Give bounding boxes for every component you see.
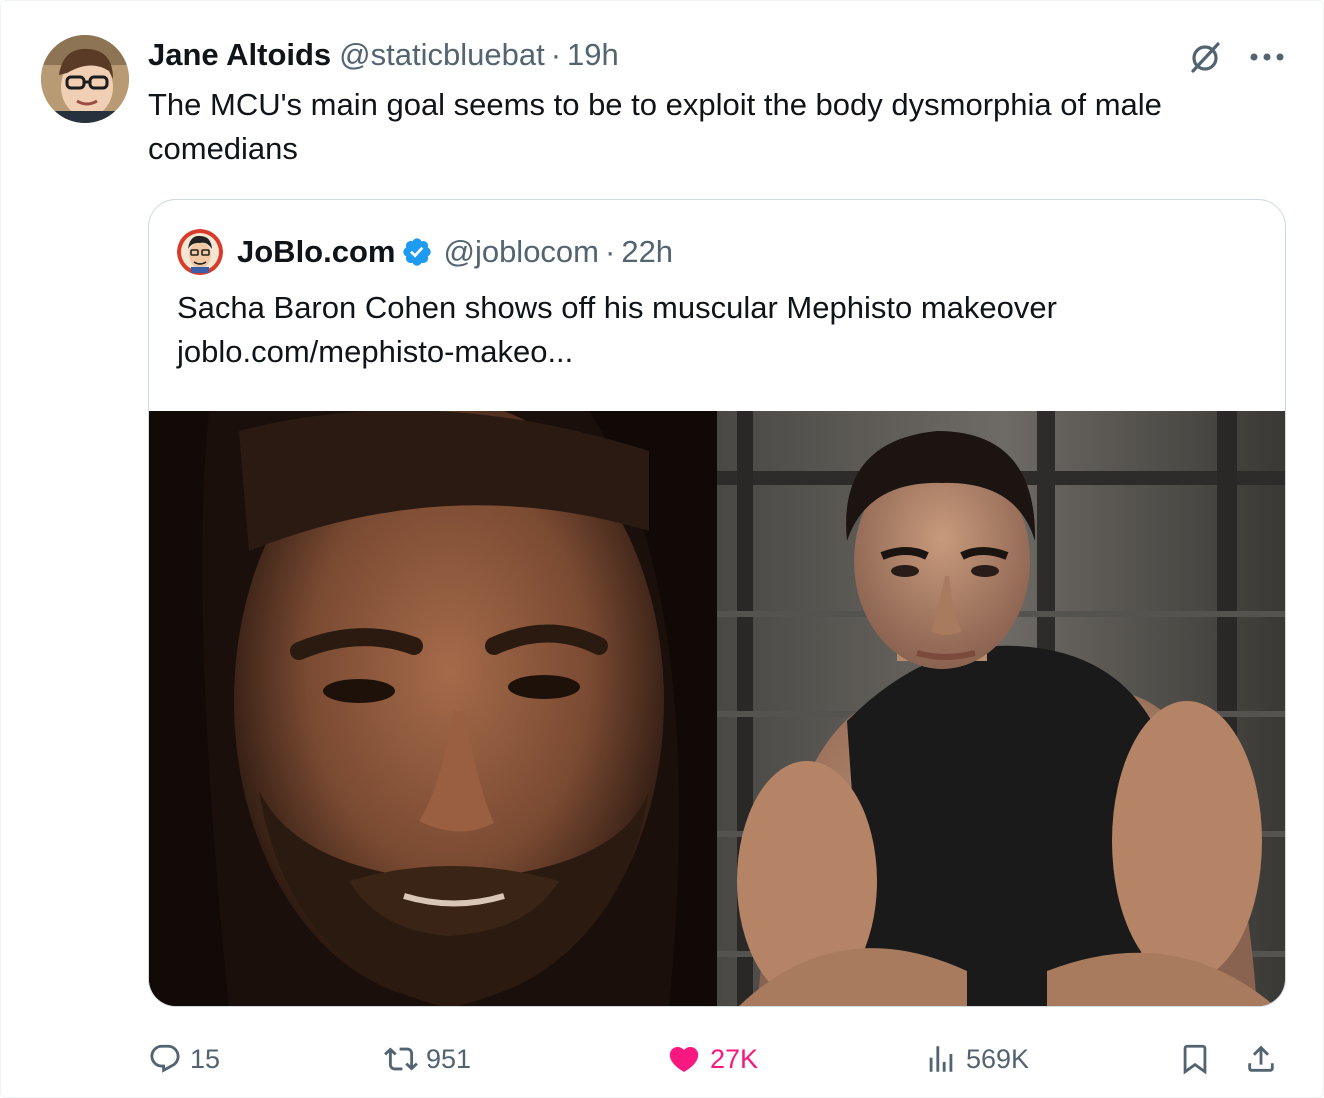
joblo-logo xyxy=(177,229,223,275)
author-handle[interactable]: @staticbluebat xyxy=(339,37,545,73)
grok-icon[interactable] xyxy=(1185,37,1225,77)
views-button[interactable]: 569K xyxy=(924,1037,1029,1081)
views-count: 569K xyxy=(966,1043,1030,1074)
quoted-author-handle[interactable]: @joblocom xyxy=(443,234,599,270)
quoted-tweet-text: Sacha Baron Cohen shows off his muscular… xyxy=(177,290,1057,325)
tweet-card[interactable]: Jane Altoids @staticbluebat · 19h The MC… xyxy=(0,0,1324,1098)
tweet-action-bar: 15 951 27K 569K xyxy=(148,1037,1286,1081)
tweet-top-actions xyxy=(1185,37,1287,77)
avatar-image xyxy=(41,35,129,123)
share-button[interactable] xyxy=(1244,1037,1286,1081)
repost-count: 951 xyxy=(426,1043,472,1074)
repost-button[interactable]: 951 xyxy=(384,1037,471,1081)
tweet-timestamp[interactable]: 19h xyxy=(567,37,619,73)
like-count: 27K xyxy=(710,1043,759,1074)
separator-dot: · xyxy=(550,37,562,72)
bookmark-icon xyxy=(1183,1044,1207,1075)
like-button[interactable]: 27K xyxy=(666,1037,758,1081)
views-chart-icon xyxy=(929,1046,953,1072)
more-icon[interactable] xyxy=(1247,37,1287,77)
author-avatar[interactable] xyxy=(41,35,129,123)
quoted-tweet[interactable]: JoBlo.com @joblocom · 22h Sacha Baron Co… xyxy=(148,199,1286,1007)
reply-icon xyxy=(150,1044,180,1073)
quoted-author-avatar[interactable] xyxy=(177,229,223,275)
media-photo-bearded-man[interactable] xyxy=(149,411,717,1006)
repost-icon xyxy=(384,1047,418,1071)
share-icon xyxy=(1248,1045,1274,1072)
author-display-name[interactable]: Jane Altoids xyxy=(148,37,331,73)
quoted-tweet-link[interactable]: joblo.com/mephisto-makeo... xyxy=(177,330,1257,374)
quoted-tweet-media[interactable] xyxy=(149,411,1285,1006)
quoted-tweet-timestamp[interactable]: 22h xyxy=(621,234,673,270)
quoted-tweet-header: JoBlo.com @joblocom · 22h xyxy=(177,228,673,276)
quoted-author-display-name[interactable]: JoBlo.com xyxy=(237,234,395,270)
tweet-text: The MCU's main goal seems to be to explo… xyxy=(148,87,1162,166)
quoted-separator-dot: · xyxy=(605,234,616,269)
heart-icon xyxy=(669,1046,699,1072)
quoted-tweet-body: Sacha Baron Cohen shows off his muscular… xyxy=(177,286,1257,374)
verified-badge-icon xyxy=(403,238,432,266)
bookmark-button[interactable] xyxy=(1178,1037,1220,1081)
tweet-header: Jane Altoids @staticbluebat · 19h xyxy=(148,35,619,75)
reply-button[interactable]: 15 xyxy=(148,1037,220,1081)
media-photo-muscular-man[interactable] xyxy=(717,411,1285,1006)
reply-count: 15 xyxy=(190,1043,221,1074)
